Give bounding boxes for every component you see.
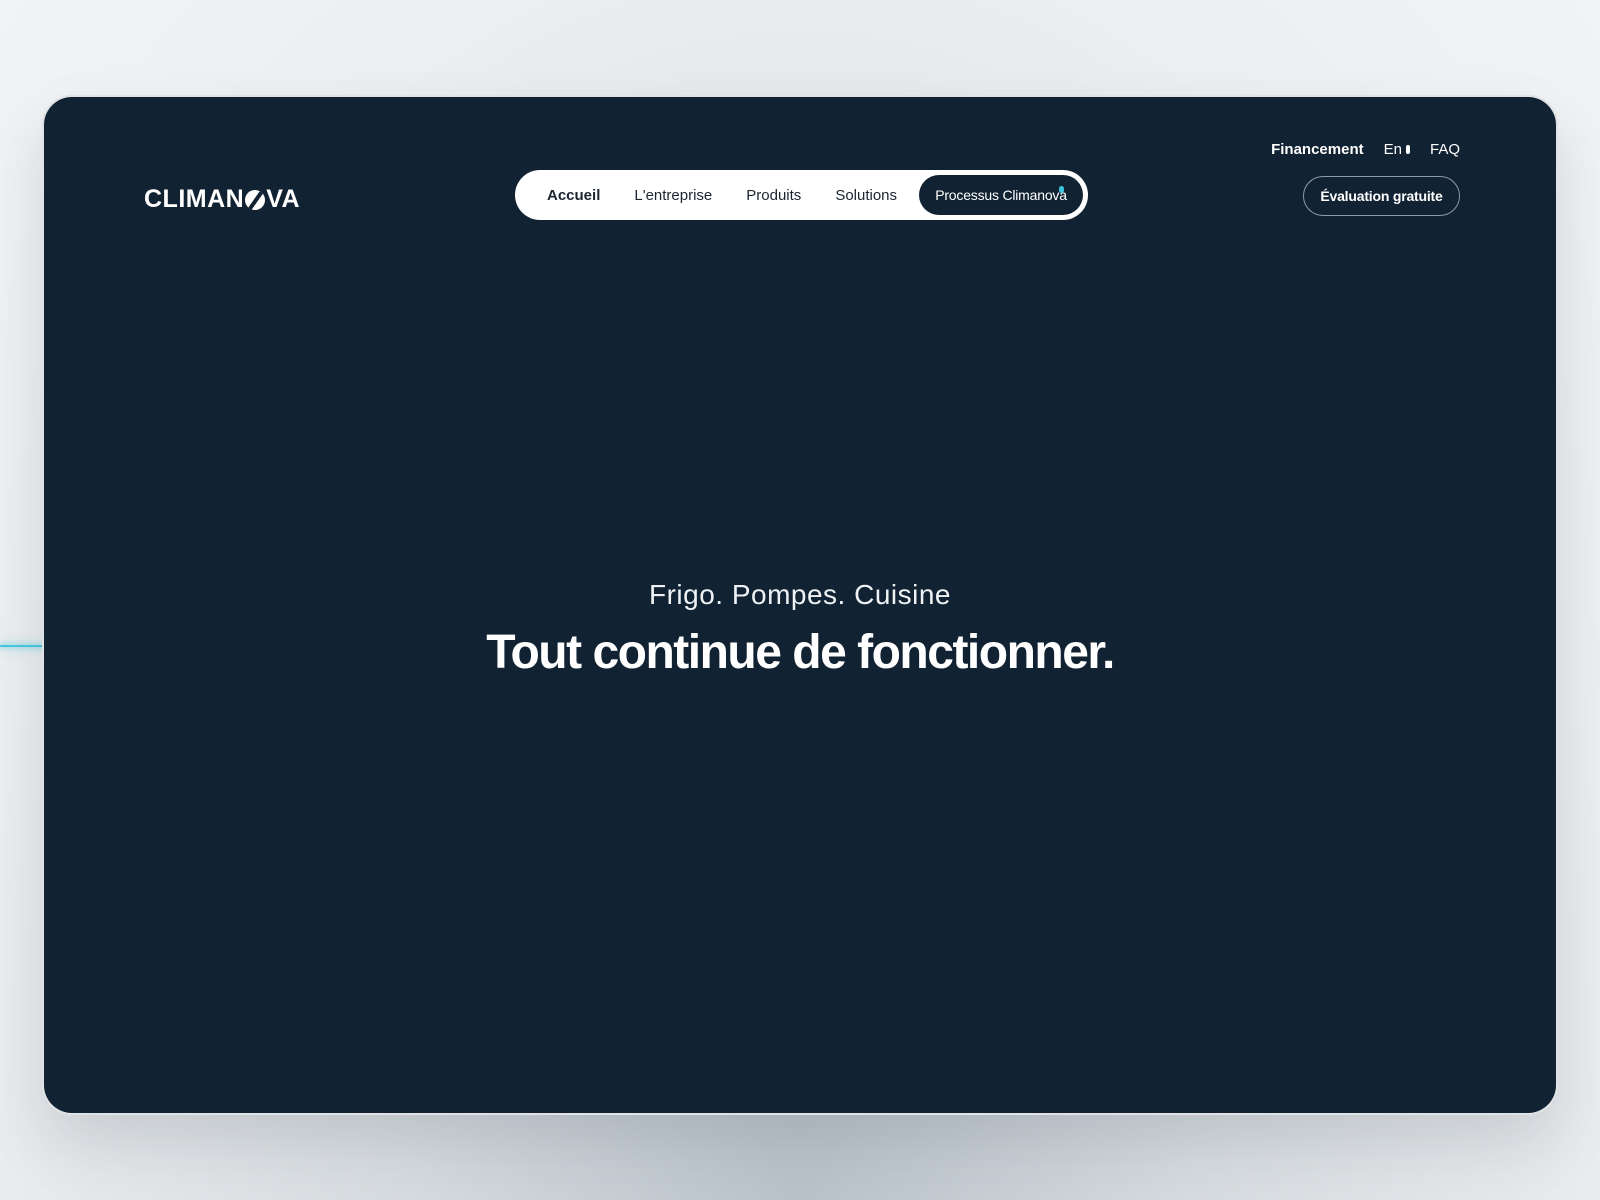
evaluation-gratuite-button[interactable]: Évaluation gratuite bbox=[1303, 176, 1460, 216]
processus-climanova-label: Processus Climanova bbox=[935, 187, 1067, 203]
top-links: Financement En FAQ bbox=[1271, 141, 1460, 158]
financement-link[interactable]: Financement bbox=[1271, 141, 1364, 158]
app-window: CLIMAN VA Accueil L'entreprise Produits … bbox=[44, 97, 1556, 1113]
main-nav: Accueil L'entreprise Produits Solutions … bbox=[515, 170, 1088, 220]
hero-section: Frigo. Pompes. Cuisine Tout continue de … bbox=[44, 579, 1556, 680]
slashed-o-icon bbox=[245, 189, 266, 210]
language-label: En bbox=[1383, 141, 1402, 158]
logo-text-left: CLIMAN bbox=[144, 185, 245, 213]
faq-link[interactable]: FAQ bbox=[1430, 141, 1460, 158]
nav-item-entreprise[interactable]: L'entreprise bbox=[634, 187, 712, 204]
notification-dot-icon bbox=[1059, 186, 1064, 193]
hero-title: Tout continue de fonctionner. bbox=[486, 626, 1115, 679]
language-indicator-icon bbox=[1405, 145, 1410, 154]
processus-climanova-button[interactable]: Processus Climanova bbox=[919, 175, 1083, 215]
nav-item-solutions[interactable]: Solutions bbox=[835, 187, 897, 204]
logo-text-right: VA bbox=[266, 185, 301, 213]
language-switch[interactable]: En bbox=[1384, 141, 1410, 158]
climanova-logo[interactable]: CLIMAN VA bbox=[144, 185, 300, 214]
nav-item-accueil[interactable]: Accueil bbox=[547, 187, 600, 204]
hero-subtitle: Frigo. Pompes. Cuisine bbox=[648, 579, 951, 610]
nav-item-produits[interactable]: Produits bbox=[746, 187, 801, 204]
